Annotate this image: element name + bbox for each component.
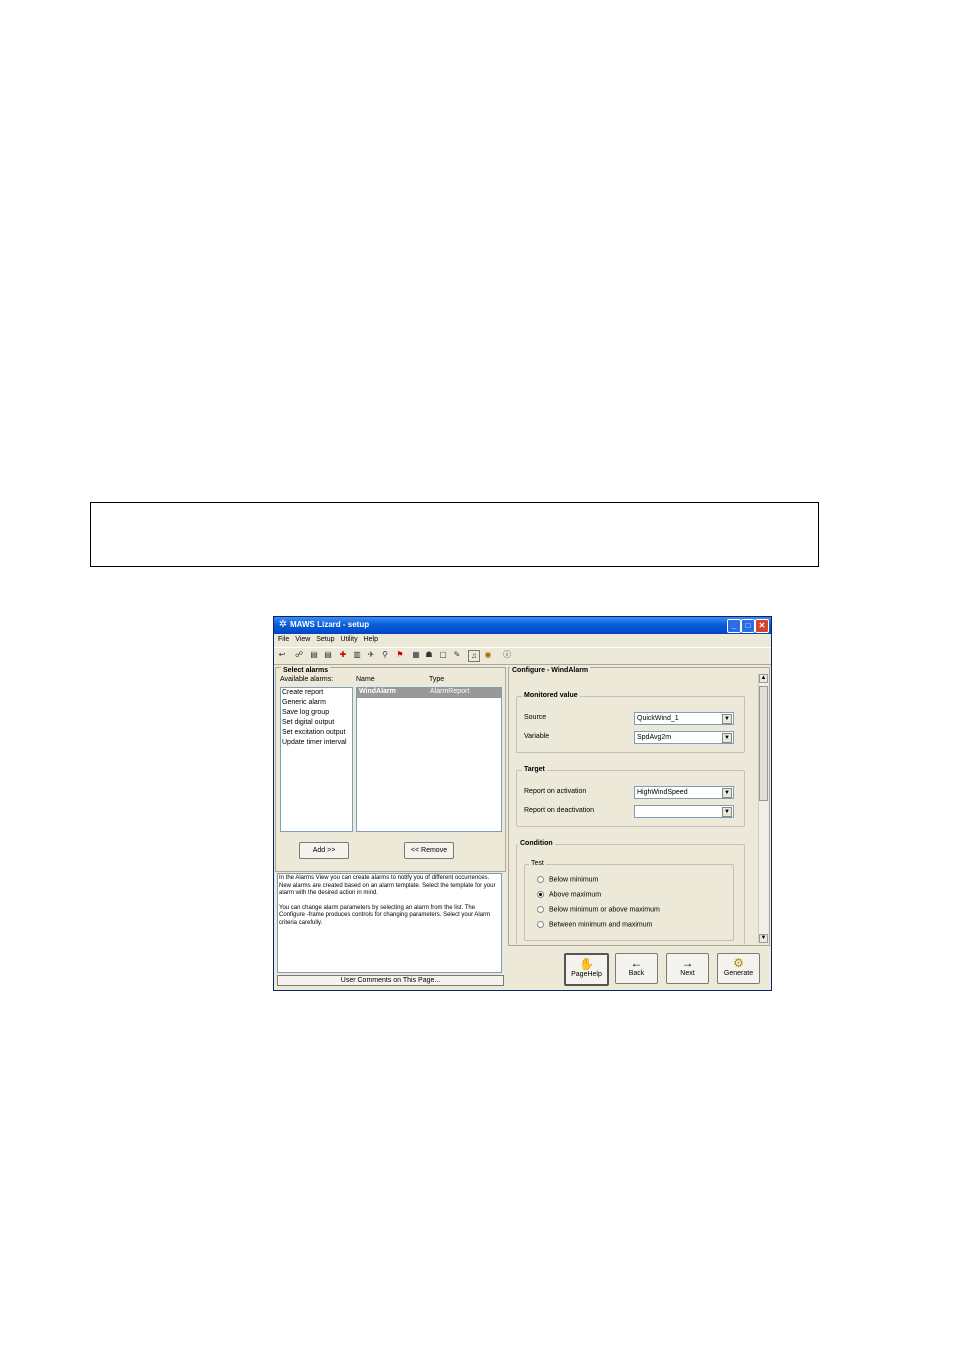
radio-between-min-and-max[interactable]: Between minimum and maximum xyxy=(537,921,652,928)
vertical-scrollbar[interactable]: ▲ ▼ xyxy=(758,674,768,943)
chevron-down-icon: ▼ xyxy=(722,733,732,743)
terminal-icon[interactable]: ▥ xyxy=(352,650,362,660)
note-box xyxy=(90,502,819,567)
list-item[interactable]: Save log group xyxy=(281,708,352,718)
window-title: MAWS Lizard - setup xyxy=(290,620,370,629)
condition-group: Condition Test Below minimum Above maxim… xyxy=(516,840,745,945)
alarm-name: WindAlarm xyxy=(359,688,396,695)
radio-above-maximum[interactable]: Above maximum xyxy=(537,891,601,898)
user-comments-button[interactable]: User Comments on This Page... xyxy=(277,975,504,986)
chevron-down-icon: ▼ xyxy=(722,714,732,724)
condition-title: Condition xyxy=(518,840,555,847)
bell-icon[interactable]: ♫ xyxy=(468,650,480,662)
chevron-down-icon: ▼ xyxy=(722,788,732,798)
pagehelp-button[interactable]: ✋ PageHelp xyxy=(564,953,609,986)
list-item[interactable]: Generic alarm xyxy=(281,698,352,708)
minimize-button[interactable]: _ xyxy=(727,619,741,633)
info-icon[interactable]: ⓘ xyxy=(502,650,512,660)
add-button[interactable]: Add >> xyxy=(299,842,349,859)
remove-button[interactable]: << Remove xyxy=(404,842,454,859)
table-row[interactable]: WindAlarm AlarmReport xyxy=(357,688,501,698)
title-bar[interactable]: ✲ MAWS Lizard - setup _ □ ✕ xyxy=(274,617,771,634)
report-deactivation-label: Report on deactivation xyxy=(524,807,595,814)
globe-icon[interactable]: ◉ xyxy=(483,650,493,660)
list-item[interactable]: Update timer interval xyxy=(281,738,352,748)
source-label: Source xyxy=(524,714,547,721)
test-label: Test xyxy=(529,860,546,867)
generate-button[interactable]: ⚙ Generate xyxy=(717,953,760,984)
list-item[interactable]: Set digital output xyxy=(281,718,352,728)
hand-icon[interactable]: ✎ xyxy=(452,650,462,660)
wind-icon[interactable]: ✈ xyxy=(366,650,376,660)
memory-icon[interactable]: ▦ xyxy=(411,650,421,660)
name-column-header: Name xyxy=(356,676,375,683)
undo-icon[interactable]: ↩ xyxy=(277,650,287,660)
configure-panel: Configure - WindAlarm Monitored value So… xyxy=(508,667,770,946)
network-icon[interactable]: ☍ xyxy=(294,650,304,660)
target-group: Target Report on activation HighWindSpee… xyxy=(516,766,745,827)
menu-utility[interactable]: Utility xyxy=(340,636,357,643)
gears-icon: ⚙ xyxy=(733,956,744,970)
test-group: Test Below minimum Above maximum Below m… xyxy=(524,860,734,941)
monitored-value-group: Monitored value Source QuickWind_1 ▼ Var… xyxy=(516,692,745,753)
arrow-right-icon: → xyxy=(681,956,694,970)
help-text-1: In the Alarms View you can create alarms… xyxy=(279,875,496,896)
variable-select[interactable]: SpdAvg2m ▼ xyxy=(634,731,734,744)
alarm-type: AlarmReport xyxy=(430,688,470,695)
available-alarms-label: Available alarms: xyxy=(280,676,334,683)
maximize-button[interactable]: □ xyxy=(741,619,755,633)
radio-below-minimum[interactable]: Below minimum xyxy=(537,876,598,883)
chevron-down-icon: ▼ xyxy=(722,807,732,817)
arrow-left-icon: ← xyxy=(630,956,643,970)
select-alarms-title: Select alarms xyxy=(281,667,331,674)
scroll-thumb[interactable] xyxy=(759,686,768,801)
menu-view[interactable]: View xyxy=(295,636,310,643)
radio-below-min-or-above-max[interactable]: Below minimum or above maximum xyxy=(537,906,660,913)
alarms-list[interactable]: WindAlarm AlarmReport xyxy=(356,687,502,832)
list-item[interactable]: Set excitation output xyxy=(281,728,352,738)
report-activation-label: Report on activation xyxy=(524,788,587,795)
type-column-header: Type xyxy=(429,676,445,683)
menu-setup[interactable]: Setup xyxy=(316,636,334,643)
next-button[interactable]: → Next xyxy=(666,953,709,984)
group-icon[interactable]: ☗ xyxy=(424,650,434,660)
pagehelp-icon: ✋ xyxy=(579,957,594,971)
dev2-icon[interactable]: ▤ xyxy=(323,650,333,660)
sensor-icon[interactable]: ⚲ xyxy=(380,650,390,660)
report-deactivation-select[interactable]: ▼ xyxy=(634,805,734,818)
list-item[interactable]: Create report xyxy=(281,688,352,698)
monitored-value-title: Monitored value xyxy=(522,692,580,699)
menu-bar: File View Setup Utility Help xyxy=(274,634,771,646)
help-text-box: In the Alarms View you can create alarms… xyxy=(277,873,502,973)
help-text-2: You can change alarm parameters by selec… xyxy=(279,904,491,926)
toolbar: ↩ ☍ ▤ ▤ ✚ ▥ ✈ ⚲ ⚑ ▦ ☗ ▢ ✎ ♫ ◉ ⓘ xyxy=(274,647,771,665)
source-select[interactable]: QuickWind_1 ▼ xyxy=(634,712,734,725)
flag-icon[interactable]: ⚑ xyxy=(395,650,405,660)
lizard-icon: ✲ xyxy=(278,619,288,630)
scroll-up-icon[interactable]: ▲ xyxy=(759,674,768,683)
select-alarms-panel: Select alarms Available alarms: Name Typ… xyxy=(275,667,506,872)
app-window: ✲ MAWS Lizard - setup _ □ ✕ File View Se… xyxy=(273,616,772,991)
target-title: Target xyxy=(522,766,547,773)
doc-icon[interactable]: ▢ xyxy=(438,650,448,660)
variable-label: Variable xyxy=(524,733,550,740)
scroll-down-icon[interactable]: ▼ xyxy=(759,934,768,943)
configure-title: Configure - WindAlarm xyxy=(510,667,591,674)
split-icon[interactable]: ✚ xyxy=(338,650,348,660)
menu-file[interactable]: File xyxy=(278,636,289,643)
menu-help[interactable]: Help xyxy=(364,636,378,643)
dev-icon[interactable]: ▤ xyxy=(309,650,319,660)
close-button[interactable]: ✕ xyxy=(755,619,769,633)
back-button[interactable]: ← Back xyxy=(615,953,658,984)
report-activation-select[interactable]: HighWindSpeed ▼ xyxy=(634,786,734,799)
available-alarms-list[interactable]: Create report Generic alarm Save log gro… xyxy=(280,687,353,832)
